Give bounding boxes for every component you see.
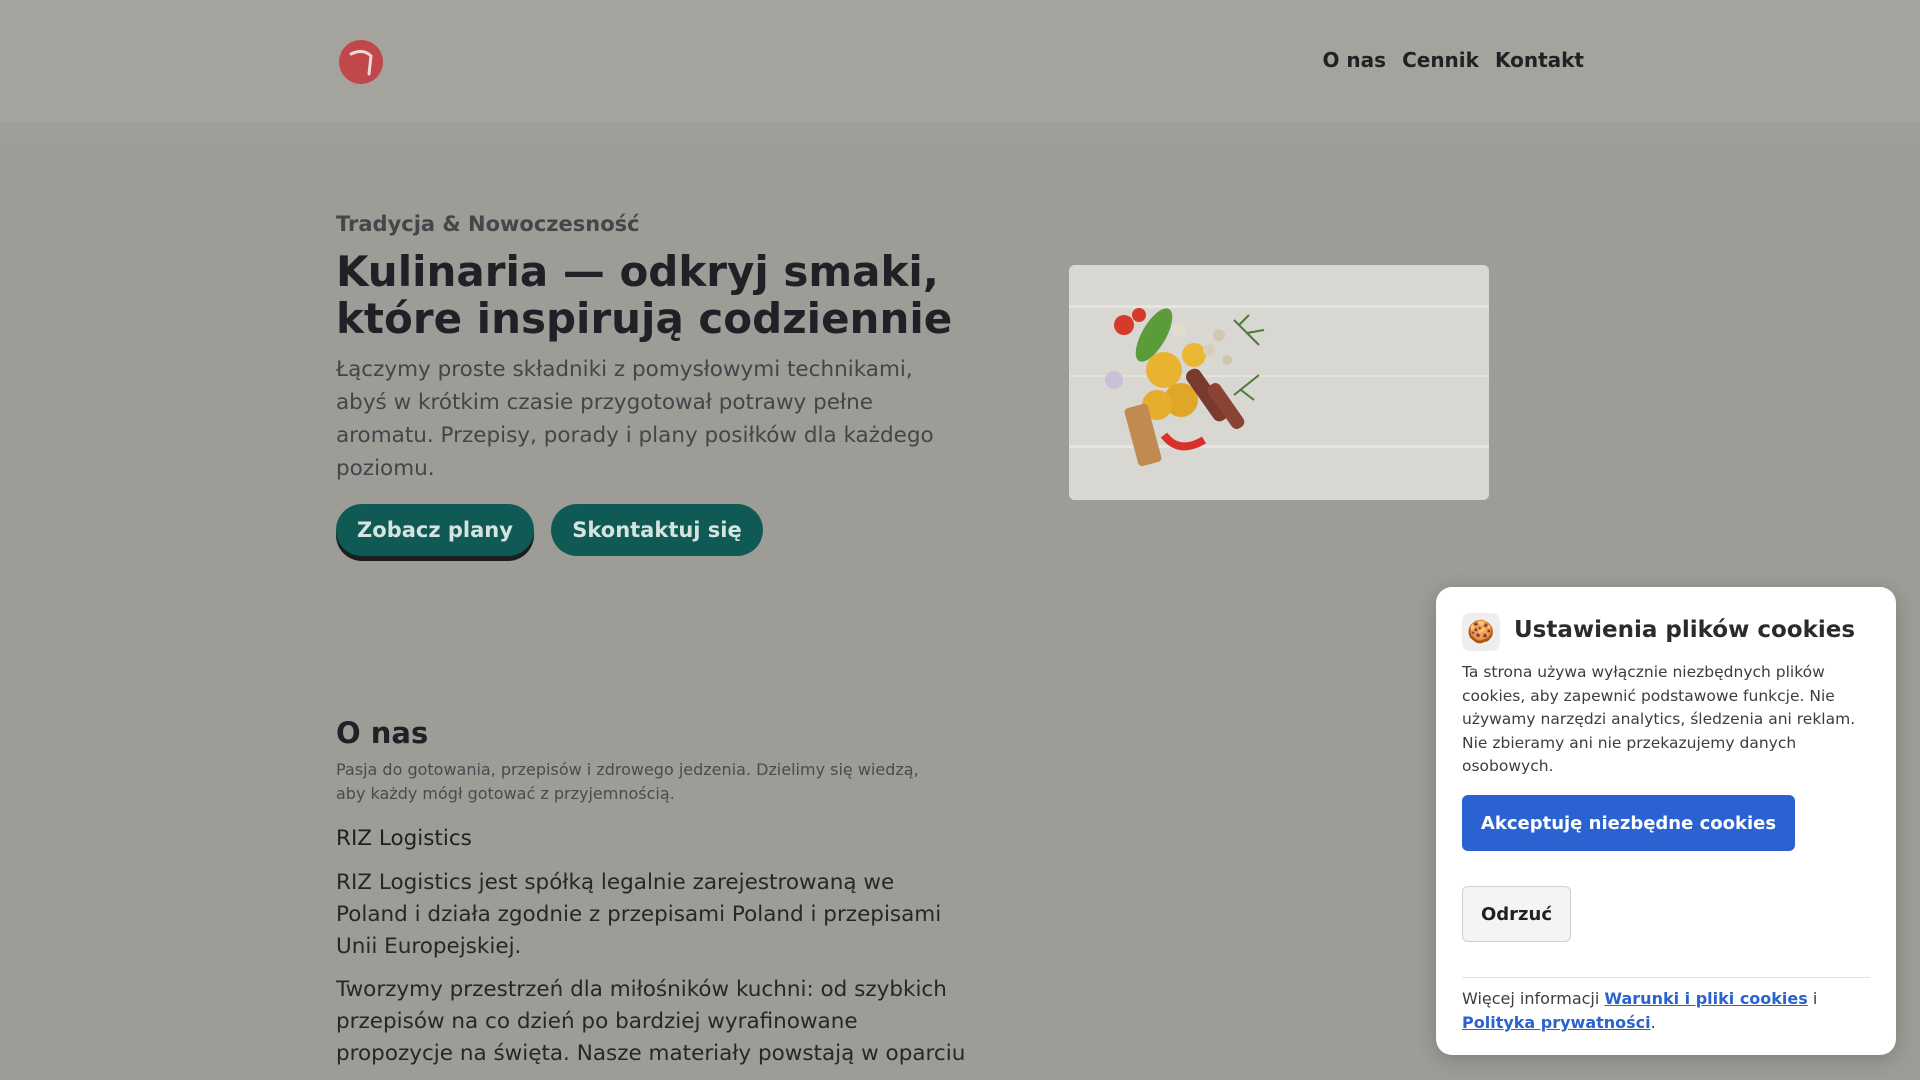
hero-eyebrow: Tradycja & Nowoczesność [336, 212, 640, 236]
reject-cookies-button[interactable]: Odrzuć [1462, 886, 1571, 942]
cookie-dialog-title: Ustawienia plików cookies [1514, 617, 1856, 643]
contact-button[interactable]: Skontaktuj się [551, 504, 763, 556]
cookie-more-prefix: Więcej informacji [1462, 989, 1600, 1008]
cookie-dialog-text: Ta strona używa wyłącznie niezbędnych pl… [1462, 663, 1856, 775]
nav-link-about[interactable]: O nas [1322, 48, 1386, 72]
main-nav: O nas Cennik Kontakt [1322, 48, 1584, 72]
logo-icon[interactable] [339, 40, 383, 84]
cookie-more-info: Więcej informacji Warunki i pliki cookie… [1462, 987, 1870, 1035]
cookie-consent-dialog: 🍪 Ustawienia plików cookies Ta strona uż… [1436, 587, 1896, 1055]
cookie-divider [1462, 977, 1870, 978]
accept-cookies-button[interactable]: Akceptuję niezbędne cookies [1462, 795, 1795, 851]
cookie-icon: 🍪 [1462, 613, 1500, 651]
hero-title: Kulinaria — odkryj smaki, które inspiruj… [336, 247, 953, 344]
terms-cookies-link[interactable]: Warunki i pliki cookies [1604, 989, 1807, 1008]
hero-description: Łączymy proste składniki z pomysłowymi t… [336, 357, 934, 481]
about-paragraph-content: Tworzymy przestrzeń dla miłośników kuchn… [336, 977, 966, 1066]
see-plans-button[interactable]: Zobacz plany [336, 504, 534, 556]
company-name: RIZ Logistics [336, 826, 472, 851]
cookie-and-text: i [1812, 989, 1818, 1008]
privacy-policy-link[interactable]: Polityka prywatności [1462, 1013, 1651, 1032]
site-header: O nas Cennik Kontakt [0, 0, 1920, 122]
cookie-suffix: . [1650, 1013, 1656, 1032]
about-title: O nas [336, 716, 429, 750]
hero-food-image [1069, 265, 1489, 500]
nav-link-pricing[interactable]: Cennik [1402, 48, 1479, 72]
about-subtitle: Pasja do gotowania, przepisów i zdrowego… [336, 760, 919, 803]
nav-link-contact[interactable]: Kontakt [1495, 48, 1584, 72]
about-paragraph-legal: RIZ Logistics jest spółką legalnie zarej… [336, 870, 942, 959]
